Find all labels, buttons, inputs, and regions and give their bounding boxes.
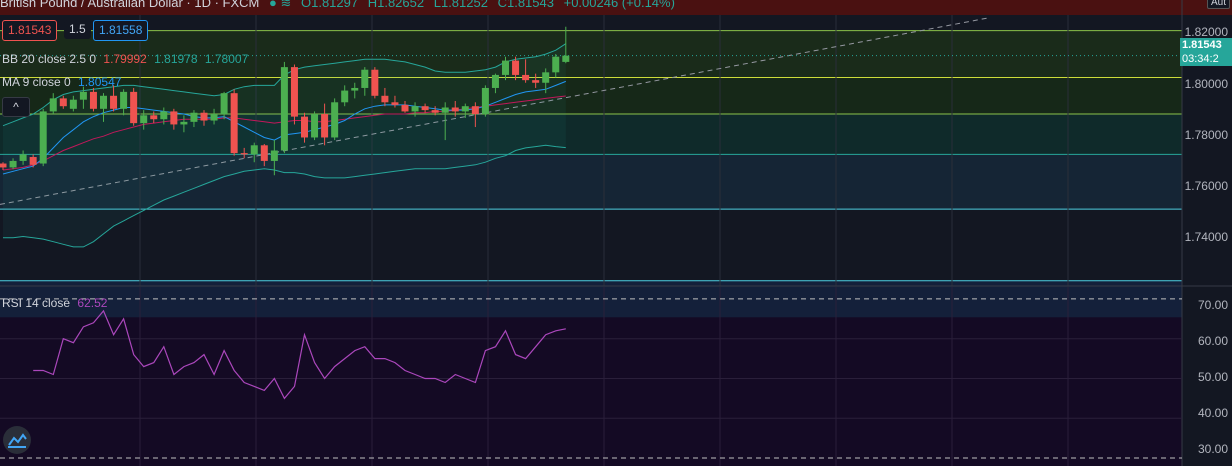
candle-body [160, 111, 168, 120]
candle-body [260, 145, 268, 161]
candle-body [79, 91, 87, 100]
candle-body [130, 91, 138, 124]
change-value: +0.00246 (+0.14%) [563, 0, 675, 10]
market-status-icon: ● ≋ [269, 0, 292, 10]
candle-body [270, 150, 278, 161]
candle-body [451, 107, 459, 112]
candle-body [401, 104, 409, 112]
candle-body [301, 116, 308, 138]
bb-label: BB 20 close 2.5 0 [2, 52, 97, 66]
candle-body [0, 163, 7, 168]
price-tick: 1.80000 [1184, 77, 1228, 91]
candle-body [542, 72, 550, 83]
candle-body [210, 114, 218, 121]
tradingview-logo[interactable] [3, 426, 31, 454]
candle-body [431, 110, 439, 113]
candle-body [49, 98, 57, 112]
candle-body [421, 106, 429, 111]
candle-body [461, 106, 469, 112]
candle-body [552, 56, 560, 73]
rsi-tick: 70.00 [1197, 298, 1228, 312]
candle-body [140, 115, 148, 124]
candle-body [29, 157, 37, 165]
candle-body [371, 69, 379, 96]
price-tick: 1.78000 [1184, 128, 1228, 142]
rsi-tick: 50.00 [1197, 370, 1228, 384]
bb-basis-value: 1.79992 [103, 52, 147, 66]
candle-body [9, 160, 17, 168]
ma-label: MA 9 close 0 [2, 75, 71, 89]
ma-legend[interactable]: MA 9 close 0 1.80547 [2, 75, 121, 89]
candle-body [200, 112, 208, 121]
candle-body [411, 106, 419, 112]
ma-value: 1.80547 [78, 75, 122, 89]
candle-body [341, 90, 349, 103]
candle-body [351, 87, 359, 91]
rsi-value: 62.52 [77, 296, 108, 310]
buy-price-button[interactable]: 1.81558 [93, 20, 149, 41]
candle-body [481, 87, 489, 115]
rsi-label: RSI 14 close [2, 296, 71, 310]
close-value: C1.81543 [497, 0, 554, 10]
auto-scale-button[interactable]: Aut [1206, 0, 1230, 9]
fib-zone [0, 209, 1182, 281]
candle-body [290, 67, 298, 117]
candle-body [59, 98, 67, 107]
price-tick: 1.76000 [1184, 179, 1228, 193]
candle-body [331, 102, 339, 138]
bar-countdown: 03:34:2 [1180, 52, 1232, 66]
chart-canvas[interactable] [0, 0, 1232, 466]
open-value: O1.81297 [300, 0, 359, 10]
candle-body [311, 114, 319, 138]
candle-body [230, 93, 238, 154]
bb-legend[interactable]: BB 20 close 2.5 0 1.79992 1.81978 1.7800… [2, 52, 248, 66]
rsi-legend[interactable]: RSI 14 close 62.52 [2, 296, 107, 310]
candle-body [220, 93, 228, 115]
symbol-header: British Pound / Australian Dollar · 1D ·… [0, 0, 681, 13]
candle-body [19, 154, 27, 161]
candle-body [150, 115, 158, 120]
sell-price-button[interactable]: 1.81543 [2, 20, 58, 41]
candle-body [190, 112, 198, 122]
high-value: H1.82652 [367, 0, 425, 10]
candle-body [491, 74, 499, 88]
candle-body [391, 102, 399, 105]
symbol-title[interactable]: British Pound / Australian Dollar · 1D ·… [0, 0, 259, 10]
current-price-tag: 1.81543 [1180, 38, 1232, 52]
candle-body [562, 55, 570, 62]
candle-body [502, 60, 509, 75]
candle-body [280, 67, 288, 151]
collapse-legend-button[interactable]: ^ [2, 97, 30, 117]
candle-body [170, 111, 178, 125]
bb-upper-value: 1.81978 [154, 52, 198, 66]
candle-body [512, 60, 520, 75]
candle-body [471, 106, 479, 115]
cloud-chart-icon [8, 433, 27, 448]
price-tick: 1.74000 [1184, 230, 1228, 244]
candle-body [100, 95, 107, 109]
candle-body [39, 111, 47, 164]
spread-value: 1.5 [64, 20, 91, 39]
candle-body [321, 114, 329, 138]
candle-body [120, 91, 128, 109]
rsi-tick: 40.00 [1197, 406, 1228, 420]
candle-body [441, 107, 449, 113]
candle-body [522, 74, 530, 81]
candle-body [180, 121, 188, 125]
rsi-tick: 30.00 [1197, 442, 1228, 456]
candle-body [250, 145, 258, 155]
candle-body [381, 95, 389, 103]
candle-body [532, 80, 540, 83]
candle-body [240, 153, 248, 155]
candle-body [361, 69, 369, 88]
candle-body [110, 95, 118, 109]
low-value: L1.81252 [433, 0, 488, 10]
rsi-tick: 60.00 [1197, 334, 1228, 348]
price-tick: 1.82000 [1184, 25, 1228, 39]
candle-body [89, 91, 97, 109]
bb-lower-value: 1.78007 [204, 52, 249, 66]
candle-body [69, 99, 77, 109]
